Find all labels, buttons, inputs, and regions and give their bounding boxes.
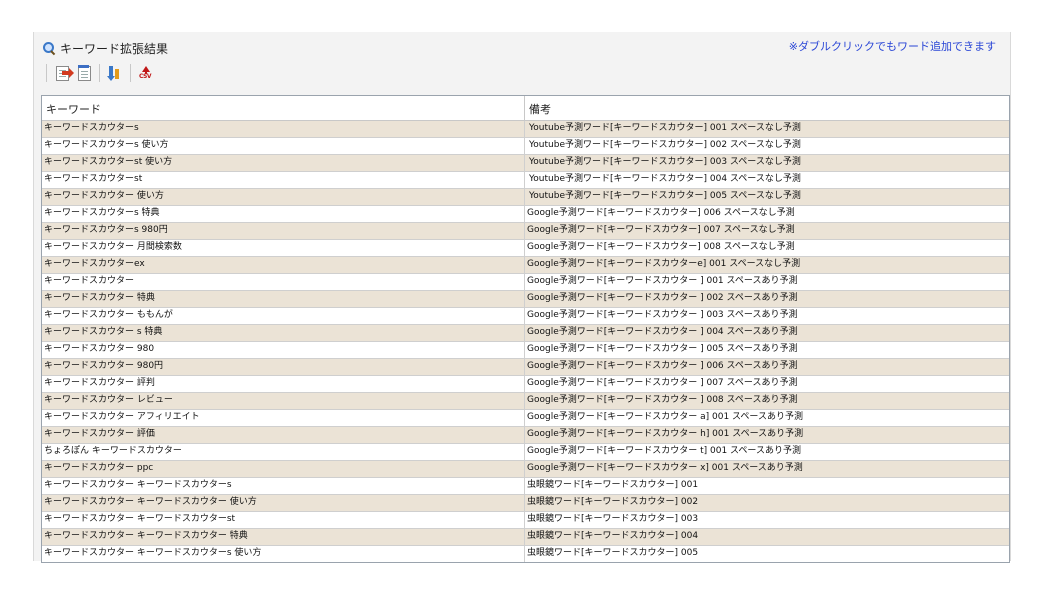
table-row[interactable]: キーワードスカウター 980円 Google予測ワード[キーワードスカウター ] …	[42, 359, 1009, 376]
keyword-cell[interactable]: キーワードスカウター 評判	[42, 376, 525, 392]
keyword-cell[interactable]: キーワードスカウター ppc	[42, 461, 525, 477]
toolbar-separator	[99, 64, 100, 82]
table-row[interactable]: キーワードスカウター 使い方 Youtube予測ワード[キーワードスカウター] 0…	[42, 189, 1009, 206]
table-row[interactable]: キーワードスカウター 980 Google予測ワード[キーワードスカウター ] 0…	[42, 342, 1009, 359]
keyword-cell[interactable]: キーワードスカウター 980	[42, 342, 525, 358]
remarks-cell[interactable]: Google予測ワード[キーワードスカウター ] 008 スペースあり予測	[525, 393, 1009, 409]
remarks-cell[interactable]: Youtube予測ワード[キーワードスカウター] 002 スペースなし予測	[525, 138, 1009, 154]
remarks-cell[interactable]: Youtube予測ワード[キーワードスカウター] 005 スペースなし予測	[525, 189, 1009, 205]
keyword-cell[interactable]: キーワードスカウター 月間検索数	[42, 240, 525, 256]
panel-title-row: キーワード拡張結果	[42, 39, 168, 57]
keyword-cell[interactable]: キーワードスカウターs 使い方	[42, 138, 525, 154]
keyword-results-grid[interactable]: キーワード 備考 キーワードスカウターs Youtube予測ワード[キーワードスカ…	[41, 95, 1010, 563]
remarks-cell[interactable]: Google予測ワード[キーワードスカウター ] 006 スペースあり予測	[525, 359, 1009, 375]
keyword-cell[interactable]: キーワードスカウター レビュー	[42, 393, 525, 409]
keyword-cell[interactable]: キーワードスカウター キーワードスカウター 特典	[42, 529, 525, 545]
column-header-keyword[interactable]: キーワード	[42, 96, 525, 120]
keyword-cell[interactable]: キーワードスカウター キーワードスカウターs	[42, 478, 525, 494]
table-row[interactable]: キーワードスカウターs Youtube予測ワード[キーワードスカウター] 001 …	[42, 121, 1009, 138]
remarks-cell[interactable]: Google予測ワード[キーワードスカウター ] 002 スペースあり予測	[525, 291, 1009, 307]
table-row[interactable]: キーワードスカウター キーワードスカウターs 使い方 虫眼鏡ワード[キーワードスカ…	[42, 546, 1009, 562]
remarks-cell[interactable]: 虫眼鏡ワード[キーワードスカウター] 002	[525, 495, 1009, 511]
column-header-remarks[interactable]: 備考	[525, 96, 1009, 120]
grid-body: キーワードスカウターs Youtube予測ワード[キーワードスカウター] 001 …	[42, 121, 1009, 562]
keyword-cell[interactable]: キーワードスカウターs	[42, 121, 525, 137]
toolbar: CSV	[42, 62, 157, 84]
remarks-cell[interactable]: Google予測ワード[キーワードスカウター ] 004 スペースあり予測	[525, 325, 1009, 341]
keyword-cell[interactable]: キーワードスカウター アフィリエイト	[42, 410, 525, 426]
remarks-cell[interactable]: Google予測ワード[キーワードスカウター ] 001 スペースあり予測	[525, 274, 1009, 290]
remarks-cell[interactable]: 虫眼鏡ワード[キーワードスカウター] 001	[525, 478, 1009, 494]
remarks-cell[interactable]: Youtube予測ワード[キーワードスカウター] 001 スペースなし予測	[525, 121, 1009, 137]
toolbar-separator	[130, 64, 131, 82]
remarks-cell[interactable]: Youtube予測ワード[キーワードスカウター] 003 スペースなし予測	[525, 155, 1009, 171]
table-row[interactable]: キーワードスカウター キーワードスカウターs 虫眼鏡ワード[キーワードスカウター]…	[42, 478, 1009, 495]
remarks-cell[interactable]: Google予測ワード[キーワードスカウター t] 001 スペースあり予測	[525, 444, 1009, 460]
keyword-results-panel: キーワード拡張結果 ※ダブルクリックでもワード追加できます CSV キーワード …	[33, 32, 1011, 563]
add-selected-icon[interactable]	[53, 64, 74, 82]
remarks-cell[interactable]: Google予測ワード[キーワードスカウター a] 001 スペースあり予測	[525, 410, 1009, 426]
remarks-cell[interactable]: Google予測ワード[キーワードスカウター ] 007 スペースあり予測	[525, 376, 1009, 392]
keyword-cell[interactable]: キーワードスカウターs 980円	[42, 223, 525, 239]
keyword-cell[interactable]: キーワードスカウターs 特典	[42, 206, 525, 222]
remarks-cell[interactable]: Google予測ワード[キーワードスカウター] 007 スペースなし予測	[525, 223, 1009, 239]
remarks-cell[interactable]: Google予測ワード[キーワードスカウター ] 003 スペースあり予測	[525, 308, 1009, 324]
table-row[interactable]: キーワードスカウターs 980円 Google予測ワード[キーワードスカウター] …	[42, 223, 1009, 240]
table-row[interactable]: キーワードスカウター ppc Google予測ワード[キーワードスカウター x] …	[42, 461, 1009, 478]
keyword-cell[interactable]: キーワードスカウターst	[42, 172, 525, 188]
remarks-cell[interactable]: Google予測ワード[キーワードスカウター h] 001 スペースあり予測	[525, 427, 1009, 443]
table-row[interactable]: キーワードスカウター キーワードスカウター 特典 虫眼鏡ワード[キーワードスカウタ…	[42, 529, 1009, 546]
magnifier-icon	[42, 41, 56, 56]
keyword-cell[interactable]: キーワードスカウターst 使い方	[42, 155, 525, 171]
table-row[interactable]: キーワードスカウター 評価 Google予測ワード[キーワードスカウター h] 0…	[42, 427, 1009, 444]
panel-title: キーワード拡張結果	[60, 41, 169, 56]
table-row[interactable]: キーワードスカウター s 特典 Google予測ワード[キーワードスカウター ] …	[42, 325, 1009, 342]
keyword-cell[interactable]: ちょろぽん キーワードスカウター	[42, 444, 525, 460]
grid-header: キーワード 備考	[42, 96, 1009, 121]
keyword-cell[interactable]: キーワードスカウター ももんが	[42, 308, 525, 324]
keyword-cell[interactable]: キーワードスカウター 使い方	[42, 189, 525, 205]
remarks-cell[interactable]: Google予測ワード[キーワードスカウター] 006 スペースなし予測	[525, 206, 1009, 222]
table-row[interactable]: キーワードスカウター 月間検索数 Google予測ワード[キーワードスカウター] …	[42, 240, 1009, 257]
table-row[interactable]: キーワードスカウターst Youtube予測ワード[キーワードスカウター] 004…	[42, 172, 1009, 189]
keyword-cell[interactable]: キーワードスカウター 特典	[42, 291, 525, 307]
table-row[interactable]: ちょろぽん キーワードスカウター Google予測ワード[キーワードスカウター t…	[42, 444, 1009, 461]
table-row[interactable]: キーワードスカウター Google予測ワード[キーワードスカウター ] 001 ス…	[42, 274, 1009, 291]
remarks-cell[interactable]: Youtube予測ワード[キーワードスカウター] 004 スペースなし予測	[525, 172, 1009, 188]
table-row[interactable]: キーワードスカウター レビュー Google予測ワード[キーワードスカウター ] …	[42, 393, 1009, 410]
keyword-cell[interactable]: キーワードスカウター キーワードスカウターs 使い方	[42, 546, 525, 562]
table-row[interactable]: キーワードスカウター 特典 Google予測ワード[キーワードスカウター ] 00…	[42, 291, 1009, 308]
remarks-cell[interactable]: 虫眼鏡ワード[キーワードスカウター] 003	[525, 512, 1009, 528]
table-row[interactable]: キーワードスカウターst 使い方 Youtube予測ワード[キーワードスカウター]…	[42, 155, 1009, 172]
keyword-cell[interactable]: キーワードスカウター 980円	[42, 359, 525, 375]
remarks-cell[interactable]: Google予測ワード[キーワードスカウター x] 001 スペースあり予測	[525, 461, 1009, 477]
table-row[interactable]: キーワードスカウター アフィリエイト Google予測ワード[キーワードスカウター…	[42, 410, 1009, 427]
remarks-cell[interactable]: Google予測ワード[キーワードスカウター] 008 スペースなし予測	[525, 240, 1009, 256]
keyword-cell[interactable]: キーワードスカウターex	[42, 257, 525, 273]
double-click-hint: ※ダブルクリックでもワード追加できます	[788, 40, 996, 53]
add-all-icon[interactable]	[75, 64, 93, 82]
remarks-cell[interactable]: Google予測ワード[キーワードスカウター ] 005 スペースあり予測	[525, 342, 1009, 358]
csv-export-icon[interactable]: CSV	[137, 64, 155, 82]
table-row[interactable]: キーワードスカウター ももんが Google予測ワード[キーワードスカウター ] …	[42, 308, 1009, 325]
table-row[interactable]: キーワードスカウターs 使い方 Youtube予測ワード[キーワードスカウター] …	[42, 138, 1009, 155]
keyword-cell[interactable]: キーワードスカウター	[42, 274, 525, 290]
remarks-cell[interactable]: 虫眼鏡ワード[キーワードスカウター] 005	[525, 546, 1009, 562]
table-row[interactable]: キーワードスカウター キーワードスカウター 使い方 虫眼鏡ワード[キーワードスカウ…	[42, 495, 1009, 512]
table-row[interactable]: キーワードスカウターs 特典 Google予測ワード[キーワードスカウター] 00…	[42, 206, 1009, 223]
sort-icon[interactable]	[106, 64, 124, 82]
keyword-cell[interactable]: キーワードスカウター s 特典	[42, 325, 525, 341]
keyword-cell[interactable]: キーワードスカウター 評価	[42, 427, 525, 443]
keyword-cell[interactable]: キーワードスカウター キーワードスカウターst	[42, 512, 525, 528]
table-row[interactable]: キーワードスカウター 評判 Google予測ワード[キーワードスカウター ] 00…	[42, 376, 1009, 393]
toolbar-separator	[46, 64, 47, 82]
keyword-cell[interactable]: キーワードスカウター キーワードスカウター 使い方	[42, 495, 525, 511]
table-row[interactable]: キーワードスカウター キーワードスカウターst 虫眼鏡ワード[キーワードスカウター…	[42, 512, 1009, 529]
table-row[interactable]: キーワードスカウターex Google予測ワード[キーワードスカウターe] 001…	[42, 257, 1009, 274]
remarks-cell[interactable]: Google予測ワード[キーワードスカウターe] 001 スペースなし予測	[525, 257, 1009, 273]
remarks-cell[interactable]: 虫眼鏡ワード[キーワードスカウター] 004	[525, 529, 1009, 545]
